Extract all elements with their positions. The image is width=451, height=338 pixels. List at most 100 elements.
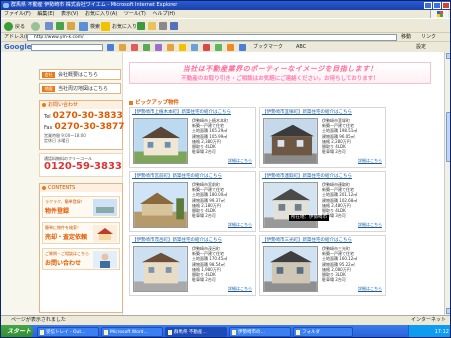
scroll-down-button[interactable] — [446, 308, 450, 314]
property-title-link[interactable]: 【伊勢崎市三光町】新築住宅の紹介はこちら — [262, 237, 384, 244]
property-photo[interactable] — [263, 246, 318, 292]
highlight-icon[interactable] — [191, 44, 198, 51]
page-viewport: 会社 会社概要はこちら 地図 当社周辺地図はこちら お問い合わせ Tel 0270… — [1, 52, 444, 315]
property-title-link[interactable]: 【伊勢崎市韮塚町】新築住宅の紹介はこちら — [262, 109, 384, 116]
property-more-link[interactable]: 詳細はこちら — [358, 222, 382, 228]
company-info-button[interactable]: 会社 会社概要はこちら — [39, 69, 121, 80]
print-icon[interactable] — [159, 22, 167, 30]
property-more-link[interactable]: 詳細はこちら — [228, 222, 252, 228]
minimize-button[interactable] — [424, 2, 432, 9]
property-photo[interactable] — [133, 246, 188, 292]
taskbar-item[interactable]: フォルダ — [293, 327, 353, 337]
property-card[interactable]: 【伊勢崎市茂呂町】新築住宅の紹介はこちら 伊勢崎市茂呂町 新築一戸建て住宅 土地… — [129, 235, 256, 296]
google-search-input[interactable] — [31, 44, 103, 51]
edit-icon[interactable] — [170, 22, 178, 30]
rss-icon[interactable] — [227, 44, 234, 51]
contents-title: CONTENTS — [40, 184, 122, 192]
tel-number[interactable]: Tel 0270-30-3833 — [40, 111, 123, 122]
translate-icon[interactable] — [155, 44, 162, 51]
home-icon[interactable] — [67, 22, 75, 30]
calendar-icon[interactable] — [215, 44, 222, 51]
stop-icon[interactable] — [45, 22, 53, 30]
favorites-button[interactable]: お気に入り — [101, 21, 137, 31]
google-logo: Google — [4, 43, 32, 51]
left-sidebar: 会社 会社概要はこちら 地図 当社周辺地図はこちら お問い合わせ Tel 0270… — [1, 52, 125, 315]
property-more-link[interactable]: 詳細はこちら — [228, 286, 252, 292]
top-banner: 当社は不動産業界のポーティーなイメージを目指します！ 不動産のお取り引き・ご相談… — [129, 62, 431, 84]
address-bar: アドレス(D) http://www.ym-k.com/ 移動 リンク — [1, 32, 450, 41]
taskbar-item-active[interactable]: 群馬県 不動産… — [165, 327, 227, 337]
taskbar-item[interactable]: Microsoft Word… — [101, 327, 163, 337]
start-button[interactable]: スタート — [1, 325, 33, 337]
forward-button[interactable] — [31, 21, 42, 31]
maximize-button[interactable] — [433, 2, 441, 9]
gmail-icon[interactable] — [167, 44, 174, 51]
forward-arrow-icon — [31, 21, 40, 31]
docs-icon[interactable] — [239, 44, 246, 51]
taskbar: スタート 受信トレイ - Out… Microsoft Word… 群馬県 不動… — [1, 325, 450, 337]
free-call-number[interactable]: 0120-59-3833 — [40, 161, 122, 172]
inquiry-title: お問い合わせ — [40, 101, 122, 109]
pickup-heading: ピックアップ物件 — [129, 98, 179, 106]
property-card[interactable]: 【伊勢崎市宮前町】新築住宅の紹介はこちら 伊勢崎市宮前町 新築一戸建て住宅 土地… — [129, 171, 256, 232]
property-card[interactable]: 【伊勢崎市韮塚町】新築住宅の紹介はこちら 伊勢崎市韮塚町 新築一戸建て住宅 土地… — [259, 107, 386, 168]
property-card[interactable]: 【伊勢崎市三光町】新築住宅の紹介はこちら 伊勢崎市三光町 新築一戸建て住宅 土地… — [259, 235, 386, 296]
menu-view[interactable]: 表示(V) — [61, 11, 78, 17]
property-photo[interactable] — [263, 118, 318, 164]
property-title-link[interactable]: 【伊勢崎市上植木本町】新築住宅の紹介はこちら — [132, 109, 254, 116]
property-card[interactable]: 【伊勢崎市連取町】新築住宅の紹介はこちら 伊勢崎市連取町 新築一戸建て住宅 土地… — [259, 171, 386, 232]
area-map-button[interactable]: 地図 当社周辺地図はこちら — [39, 83, 121, 94]
google-toolbar: Google ブックマーク ABC 設定 — [1, 41, 450, 52]
star-icon — [101, 21, 110, 31]
house-model-icon — [93, 225, 117, 242]
popup-blocker-icon[interactable] — [131, 44, 138, 51]
property-title-link[interactable]: 【伊勢崎市宮前町】新築住宅の紹介はこちら — [132, 173, 254, 180]
keyboard-photo-icon — [93, 199, 117, 216]
menu-help[interactable]: ヘルプ(H) — [152, 11, 175, 17]
vertical-scrollbar[interactable] — [444, 52, 450, 315]
main-content: 当社は不動産業界のポーティーなイメージを目指します！ 不動産のお取り引き・ご相談… — [123, 52, 444, 315]
property-card[interactable]: 【伊勢崎市上植木本町】新築住宅の紹介はこちら 伊勢崎市上植木本町 新築一戸建て住… — [129, 107, 256, 168]
mail-icon[interactable] — [148, 22, 156, 30]
property-title-link[interactable]: 【伊勢崎市茂呂町】新築住宅の紹介はこちら — [132, 237, 254, 244]
menu-file[interactable]: ファイル(F) — [4, 11, 31, 17]
go-button[interactable]: 移動 — [401, 34, 411, 41]
inquiry-link[interactable]: ご質問・ご相談はこちら お問い合わせ — [42, 248, 120, 270]
property-photo[interactable] — [133, 118, 188, 164]
close-button[interactable] — [442, 2, 450, 9]
contents-box: CONTENTS ラクラク、簡単登録！ 物件登録 簡単に物件を検索！ 売却・査定… — [39, 183, 123, 313]
standard-toolbar: 戻る 検索 お気に入り — [1, 18, 450, 32]
property-register-link[interactable]: ラクラク、簡単登録！ 物件登録 — [42, 196, 120, 218]
taskbar-item[interactable]: 受信トレイ - Out… — [37, 327, 99, 337]
maps-icon[interactable] — [143, 44, 150, 51]
menu-tools[interactable]: ツール(T) — [124, 11, 146, 17]
taskbar-item[interactable]: 伊勢崎市の… — [229, 327, 291, 337]
search-button[interactable]: 検索 — [79, 21, 100, 31]
holiday: 定休日 水曜日 — [44, 138, 70, 143]
browser-window: 群馬県 不動産 伊勢崎市 株式会社ワイエム - Microsoft Intern… — [0, 0, 451, 338]
back-arrow-icon — [4, 21, 13, 31]
menu-favorites[interactable]: お気に入り(A) — [85, 11, 117, 17]
scroll-thumb[interactable] — [446, 112, 450, 162]
status-bar: ページが表示されました インターネット — [1, 315, 450, 325]
clock: 17:12 — [434, 329, 449, 335]
sale-assessment-link[interactable]: 簡単に物件を検索！ 売却・査定依頼 — [42, 222, 120, 244]
youtube-icon[interactable] — [203, 44, 210, 51]
history-icon[interactable] — [137, 22, 145, 30]
news-icon[interactable] — [119, 44, 126, 51]
property-photo[interactable] — [263, 182, 318, 228]
windows-logo-icon — [430, 10, 448, 18]
back-button[interactable]: 戻る — [4, 21, 25, 31]
property-title-link[interactable]: 【伊勢崎市連取町】新築住宅の紹介はこちら — [262, 173, 384, 180]
menu-edit[interactable]: 編集(E) — [37, 11, 54, 17]
property-more-link[interactable]: 詳細はこちら — [358, 286, 382, 292]
scroll-up-button[interactable] — [446, 53, 450, 59]
address-input[interactable]: http://www.ym-k.com/ — [27, 34, 397, 41]
property-more-link[interactable]: 詳細はこちら — [228, 158, 252, 164]
property-photo[interactable] — [133, 182, 188, 228]
search-icon — [79, 21, 88, 31]
property-more-link[interactable]: 詳細はこちら — [358, 158, 382, 164]
refresh-icon[interactable] — [56, 22, 64, 30]
star-bookmark-icon[interactable] — [179, 44, 186, 51]
google-search-icon[interactable] — [107, 44, 114, 51]
